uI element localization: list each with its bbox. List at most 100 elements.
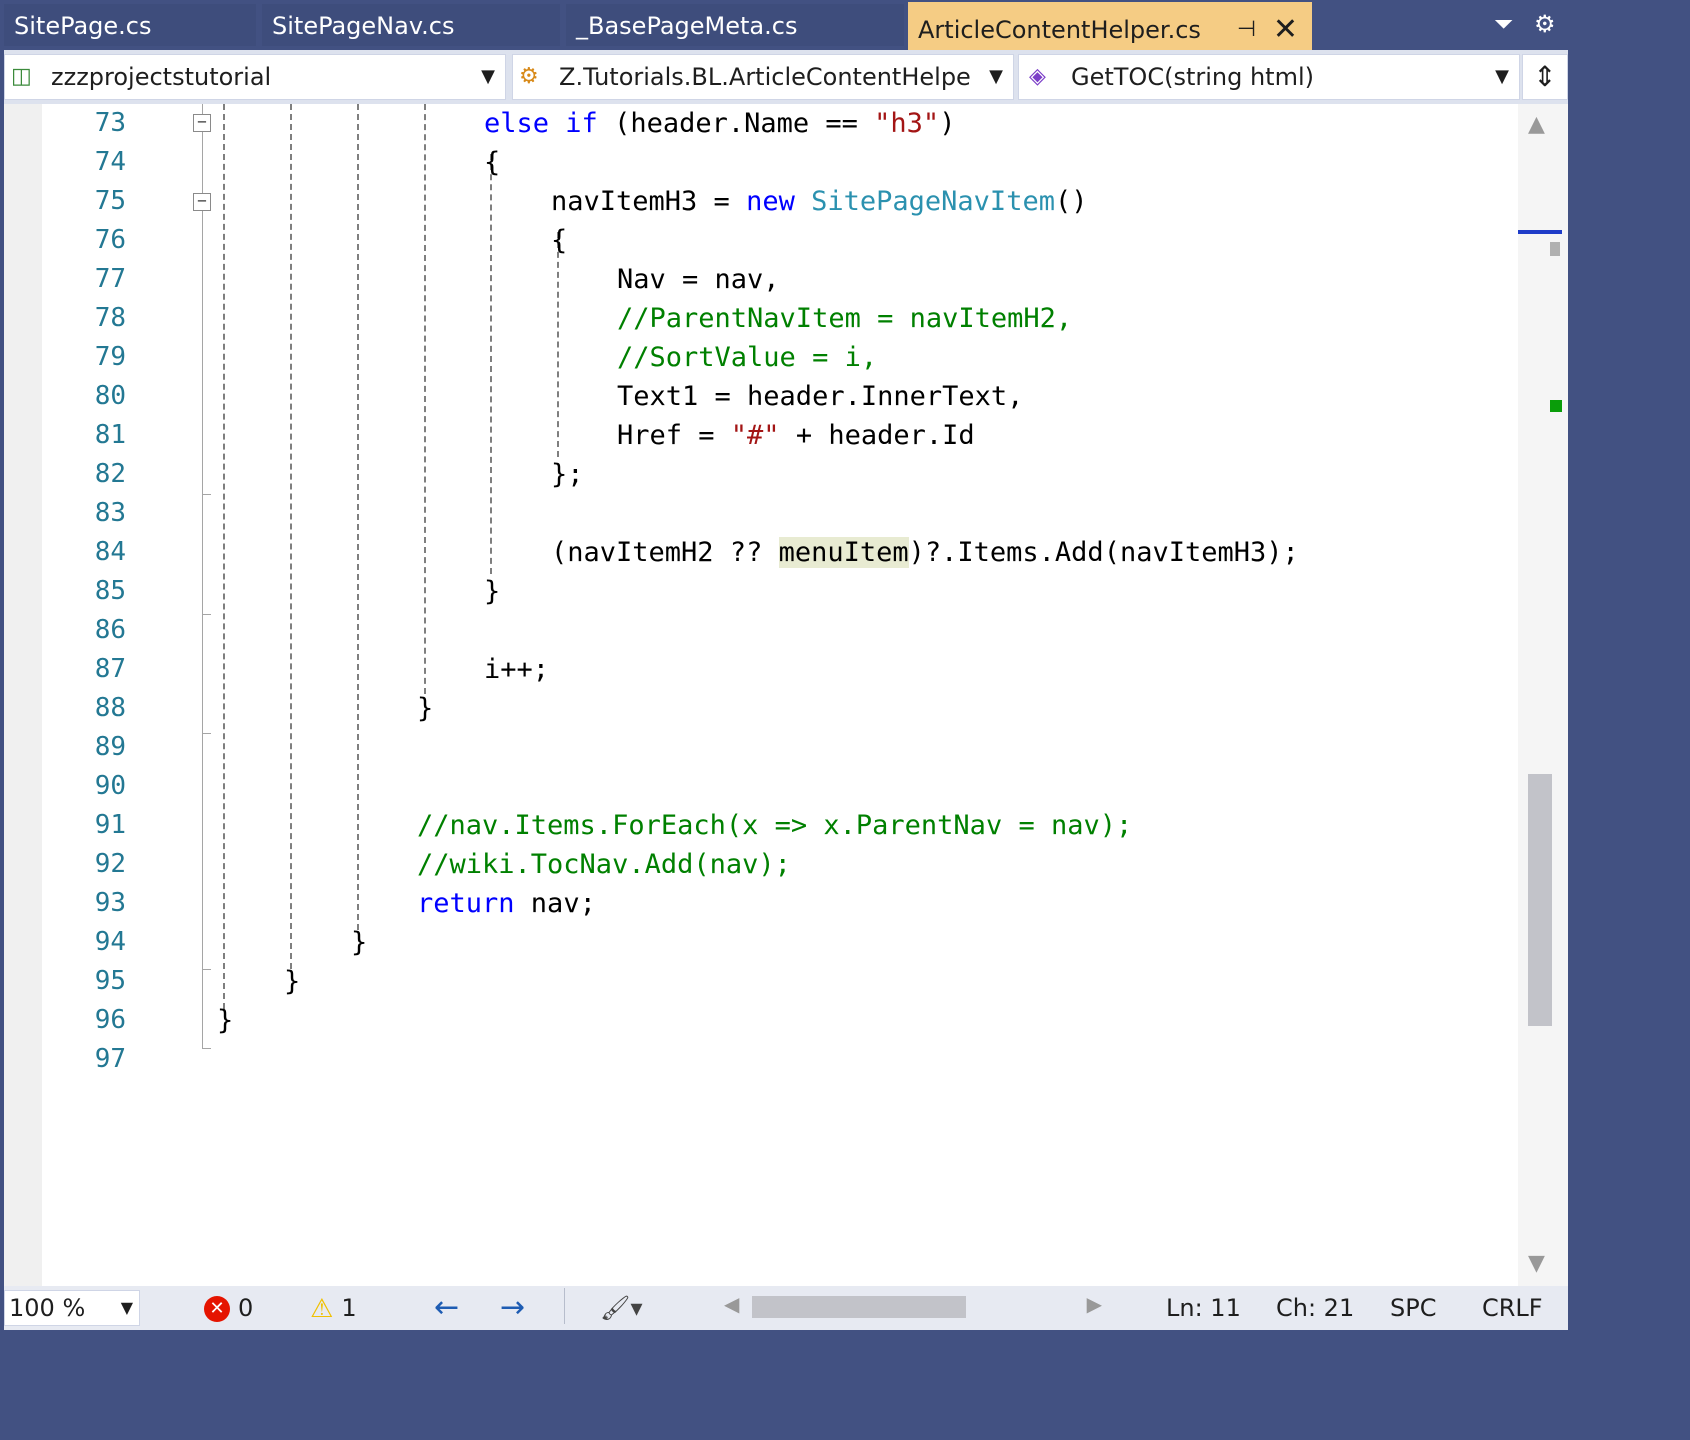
keyword: if [565,108,598,139]
navigation-bar: ◫ zzzprojectstutorial ▼ ⚙ Z.Tutorials.BL… [4,50,1568,105]
zoom-dropdown[interactable]: 100 % ▼ [4,1290,140,1326]
pin-icon[interactable]: ⊣ [1237,2,1256,50]
code-line-81: Href = "#" + header.Id [617,416,975,455]
code-line-75: navItemH3 = new SitePageNavItem() [551,182,1087,221]
line-number: 75 [94,186,126,216]
change-marker [1550,242,1560,256]
keyword: else [484,108,550,139]
warning-count-value: 1 [341,1294,357,1322]
outline-line [202,104,203,1049]
line-number: 97 [94,1044,126,1074]
code-text: () [1054,186,1088,217]
tab-articlecontenthelper[interactable]: ArticleContentHelper.cs ⊣ ✕ [908,2,1312,50]
scroll-down-icon[interactable]: ▼ [1528,1251,1545,1276]
warning-count[interactable]: ⚠ 1 [310,1290,357,1327]
member-name: GetTOC(string html) [1071,63,1314,91]
error-count[interactable]: ✕ 0 [204,1290,253,1326]
scroll-up-icon[interactable]: ▲ [1528,112,1545,137]
indent-guide [490,154,492,574]
chevron-down-icon: ▼ [1495,66,1509,87]
selection-margin [4,104,42,1286]
type-name: SitePageNavItem [811,186,1055,217]
cleanup-icon[interactable]: 🖌▾ [600,1290,643,1326]
code-line-77: Nav = nav, [617,264,780,295]
code-line-85: } [484,576,501,607]
code-line-87: i++; [484,654,550,685]
code-text: (header.Name == [597,108,875,139]
close-icon[interactable]: ✕ [1273,2,1298,50]
code-line-93: return nav; [417,884,596,923]
code-text: (navItemH2 ?? [551,537,779,568]
code-line-76: { [551,225,568,256]
string-literal: "#" [730,420,780,451]
settings-icon[interactable]: ⚙ [1534,10,1556,38]
line-number: 78 [94,303,126,333]
type-name: Z.Tutorials.BL.ArticleContentHelpe [559,63,971,91]
indent-guide [424,104,426,694]
line-number: 91 [94,810,126,840]
error-count-value: 0 [238,1294,254,1322]
code-text: + header.Id [779,420,975,451]
code-line-84: (navItemH2 ?? menuItem)?.Items.Add(navIt… [551,533,1299,572]
line-number: 96 [94,1005,126,1035]
code-line-79: //SortValue = i, [617,342,878,373]
tab-sitepagenav[interactable]: SitePageNav.cs [262,4,560,46]
project-icon: ◫ [11,64,32,89]
line-number: 82 [94,459,126,489]
line-number: 74 [94,147,126,177]
line-number: 81 [94,420,126,450]
indent-guide [357,104,359,930]
horizontal-scrollbar[interactable]: ◀ ▶ [724,1292,1102,1318]
outline-end-tick [202,1048,211,1049]
tab-label: ArticleContentHelper.cs [918,16,1201,44]
line-number: 76 [94,225,126,255]
chevron-down-icon: ▼ [989,66,1003,87]
dropdown-icon[interactable]: ⏷ [1494,10,1513,38]
back-icon[interactable]: ← [434,1290,459,1326]
scroll-left-icon[interactable]: ◀ [724,1292,739,1316]
line-number: 95 [94,966,126,996]
tab-sitepage[interactable]: SitePage.cs [4,4,256,46]
indent-guide [290,104,292,969]
code-line-96: } [217,1005,234,1036]
zoom-level: 100 % [9,1294,86,1322]
line-number: 77 [94,264,126,294]
split-icon[interactable]: ⇕ [1522,54,1568,100]
code-editor[interactable]: 73 74 75 76 77 78 79 80 81 82 83 84 85 8… [4,104,1528,1286]
indent-guide [557,232,559,457]
member-dropdown[interactable]: ◈ GetTOC(string html) ▼ [1018,54,1520,100]
editor-status-bar: 100 % ▼ ✕ 0 ⚠ 1 ← → 🖌▾ ◀ ▶ Ln: 11 Ch: 21 S… [4,1286,1568,1330]
line-ending-indicator[interactable]: CRLF [1482,1290,1543,1326]
collapse-icon[interactable]: − [193,193,211,211]
tab-label: SitePage.cs [14,12,152,40]
code-text: Href = [617,420,731,451]
code-line-88: } [417,693,434,724]
line-number: 83 [94,498,126,528]
method-icon: ◈ [1029,64,1046,89]
tab-basepagemeta[interactable]: _BasePageMeta.cs [566,4,904,46]
scroll-right-icon[interactable]: ▶ [1087,1292,1102,1316]
class-icon: ⚙ [519,64,539,89]
code-text: )?.Items.Add(navItemH3); [908,537,1299,568]
line-number: 89 [94,732,126,762]
outline-end-tick [202,733,211,734]
vertical-scrollbar[interactable]: ▲ ▼ [1518,104,1568,1286]
line-number: 88 [94,693,126,723]
type-dropdown[interactable]: ⚙ Z.Tutorials.BL.ArticleContentHelpe ▼ [512,54,1014,100]
forward-icon[interactable]: → [500,1290,525,1326]
project-dropdown[interactable]: ◫ zzzprojectstutorial ▼ [4,54,506,100]
warning-icon: ⚠ [310,1294,334,1324]
horizontal-scroll-thumb[interactable] [752,1296,966,1318]
column-indicator[interactable]: Ch: 21 [1276,1290,1354,1326]
code-line-74: { [484,147,501,178]
line-number: 85 [94,576,126,606]
collapse-icon[interactable]: − [193,114,211,132]
error-icon: ✕ [204,1296,230,1322]
whitespace-indicator[interactable]: SPC [1390,1290,1436,1326]
scroll-thumb[interactable] [1528,774,1552,1026]
line-number: 79 [94,342,126,372]
document-tab-strip: SitePage.cs SitePageNav.cs _BasePageMeta… [4,0,1568,50]
chevron-down-icon: ▼ [481,66,495,87]
highlighted-reference: menuItem [778,537,909,568]
line-indicator[interactable]: Ln: 11 [1166,1290,1241,1326]
